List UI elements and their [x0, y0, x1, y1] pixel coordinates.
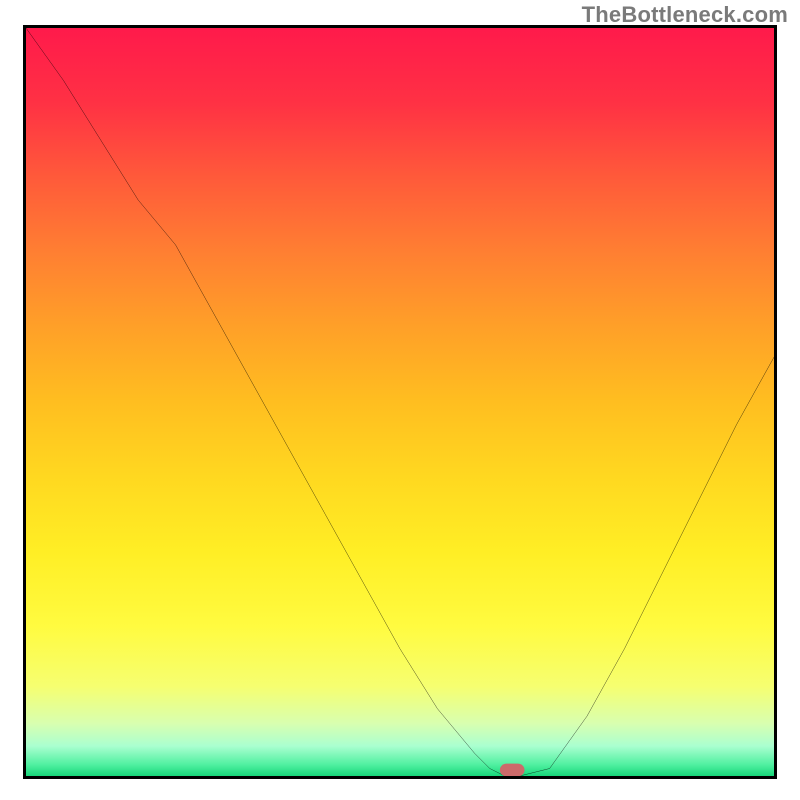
optimal-marker	[26, 28, 774, 776]
chart-container: TheBottleneck.com	[0, 0, 800, 800]
plot-frame	[23, 25, 777, 779]
